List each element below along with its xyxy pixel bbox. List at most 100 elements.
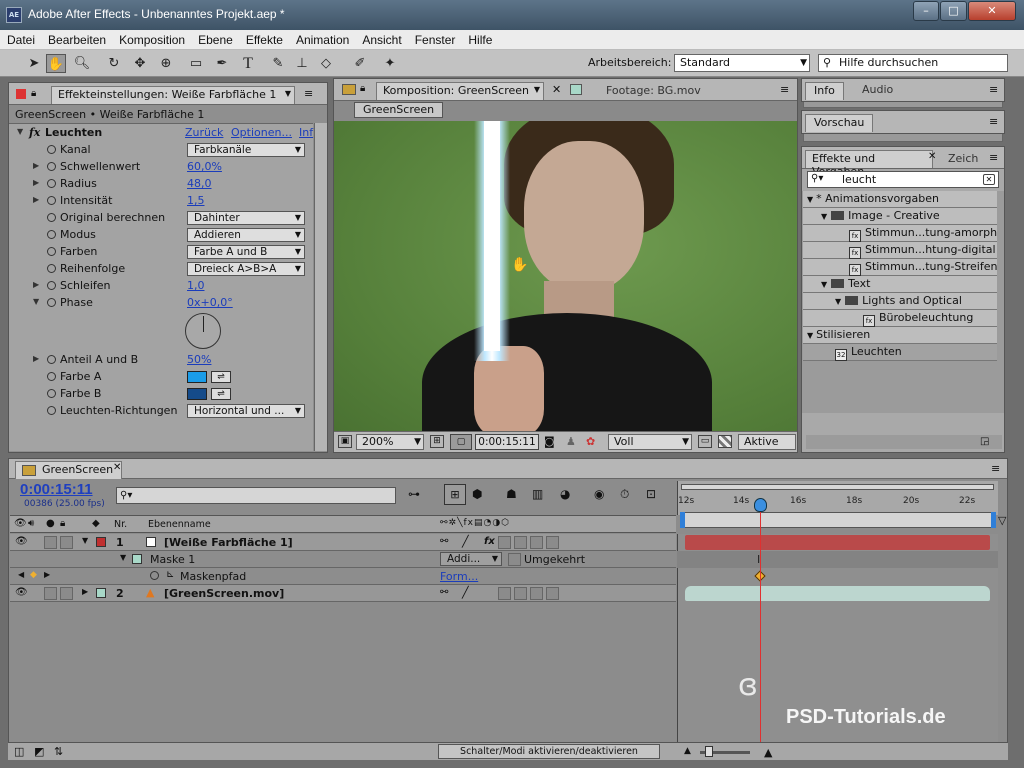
menu-bearbeiten[interactable]: Bearbeiten	[41, 30, 112, 47]
collapse-triangle-icon[interactable]: ▼	[807, 331, 813, 340]
clear-search-icon[interactable]: ✕	[983, 174, 995, 185]
kanal-dropdown[interactable]: Farbkanäle ▼	[187, 143, 305, 157]
panel-menu-icon[interactable]: ≡	[989, 151, 998, 164]
layer-switch[interactable]	[546, 536, 559, 549]
rectangle-tool-icon[interactable]: ▭	[186, 54, 206, 73]
menu-animation[interactable]: Animation	[289, 30, 355, 47]
snapshot-icon[interactable]: ◙	[544, 435, 555, 448]
label-color-swatch[interactable]	[96, 588, 106, 598]
panel-menu-icon[interactable]: ≡	[991, 462, 1000, 475]
richtungen-dropdown[interactable]: Horizontal und ... ▼	[187, 404, 305, 418]
collapse-triangle-icon[interactable]: ▼	[807, 195, 813, 204]
hide-shy-layers-icon[interactable]: ☗	[506, 487, 517, 501]
stopwatch-icon[interactable]	[47, 213, 56, 222]
stopwatch-icon[interactable]	[47, 281, 56, 290]
eyedropper-icon[interactable]: ⇌	[211, 388, 231, 400]
next-keyframe-icon[interactable]: ▶	[44, 570, 50, 579]
solo-switch[interactable]	[44, 536, 57, 549]
stopwatch-icon[interactable]	[47, 372, 56, 381]
stopwatch-icon[interactable]	[47, 264, 56, 273]
pan-behind-tool-icon[interactable]: ⊕	[156, 54, 176, 73]
collapse-triangle-icon[interactable]: ▼	[835, 297, 841, 306]
menu-komposition[interactable]: Komposition	[112, 30, 191, 47]
effects-tree-item[interactable]: 32 Leuchten	[803, 344, 997, 361]
eye-icon[interactable]: 👁︎	[15, 536, 28, 547]
workspace-select[interactable]: Standard ▼	[674, 54, 810, 72]
table-row[interactable]: ◀ ◆ ▶ ⊾ Maskenpfad Form...	[10, 568, 676, 585]
expand-triangle-icon[interactable]: ▶	[33, 280, 39, 289]
effects-search-input[interactable]: ⚲▾ leucht ✕	[807, 171, 999, 188]
reihenfolge-dropdown[interactable]: Dreieck A>B>A ▼	[187, 262, 305, 276]
expand-layer-switches-icon[interactable]: ◫	[14, 745, 24, 758]
close-tab-icon[interactable]: ✕	[113, 462, 121, 473]
effects-tree-item[interactable]: fx Bürobeleuchtung	[803, 310, 997, 327]
tab-footage[interactable]: Footage: BG.mov	[606, 84, 701, 97]
new-folder-icon[interactable]: ◲	[980, 436, 989, 447]
layer-switch[interactable]	[514, 536, 527, 549]
mask-mode-dropdown[interactable]: Addi... ▼	[440, 552, 502, 566]
schwellenwert-value[interactable]: 60,0%	[187, 160, 222, 173]
eye-icon[interactable]: 👁︎	[15, 587, 28, 598]
playhead-line[interactable]	[760, 505, 761, 742]
expand-triangle-icon[interactable]: ▶	[33, 161, 39, 170]
effects-tree-item[interactable]: ▼ Image - Creative	[803, 208, 997, 225]
zoom-tool-icon[interactable]: 🔍︎	[72, 54, 92, 73]
auto-keyframe-icon[interactable]: ⏱	[620, 487, 629, 502]
effects-tree-item[interactable]: ▼ * Animationsvorgaben	[803, 191, 997, 208]
stopwatch-icon[interactable]	[47, 162, 56, 171]
effects-tree-item[interactable]: fx Stimmun...tung-amorph	[803, 225, 997, 242]
text-tool-icon[interactable]: T	[238, 54, 258, 73]
stopwatch-icon[interactable]	[47, 406, 56, 415]
shy-icon[interactable]: ⚯	[440, 536, 448, 547]
frame-blending-icon[interactable]: ▥	[532, 487, 543, 501]
navigator-start-handle[interactable]	[680, 512, 685, 528]
close-button[interactable]: ✕	[968, 1, 1016, 21]
menu-datei[interactable]: Datei	[0, 30, 41, 47]
layer-switch[interactable]	[498, 536, 511, 549]
stopwatch-icon[interactable]	[150, 571, 159, 580]
zoom-slider-thumb[interactable]	[705, 746, 713, 757]
expand-triangle-icon[interactable]: ▶	[82, 587, 88, 596]
menu-fenster[interactable]: Fenster	[408, 30, 462, 47]
original-dropdown[interactable]: Dahinter ▼	[187, 211, 305, 225]
tab-preview[interactable]: Vorschau	[805, 114, 874, 132]
minimize-button[interactable]: –	[913, 1, 939, 21]
pen-tool-icon[interactable]: ✒	[212, 54, 232, 73]
transparency-grid-icon[interactable]	[718, 435, 732, 448]
close-tab-icon[interactable]: ✕	[552, 83, 561, 96]
work-area-bar[interactable]	[681, 484, 994, 490]
resolution-select[interactable]: Voll ▼	[608, 434, 692, 450]
eyedropper-icon[interactable]: ⇌	[211, 371, 231, 383]
channels-icon[interactable]: ✿	[586, 435, 595, 448]
current-time-indicator[interactable]	[754, 498, 767, 512]
time-navigator[interactable]	[680, 512, 996, 528]
farbe-a-swatch[interactable]	[187, 371, 207, 383]
expand-triangle-icon[interactable]: ▶	[33, 195, 39, 204]
current-time-field[interactable]: 0:00:15:11	[475, 434, 539, 450]
comp-mini-flowchart-icon[interactable]: ⊶	[408, 487, 420, 501]
mask-view-icon[interactable]: ▢	[450, 434, 472, 450]
stopwatch-icon[interactable]	[47, 196, 56, 205]
live-update-icon[interactable]: ⊞	[444, 484, 466, 505]
close-tab-icon[interactable]: ✕	[928, 151, 936, 162]
table-row[interactable]: 👁︎ ▶ 2 ▲ [GreenScreen.mov] ⚯ ╱	[10, 585, 676, 602]
lock-switch[interactable]	[60, 587, 73, 600]
layer-switch[interactable]	[530, 587, 543, 600]
tab-info[interactable]: Info	[805, 82, 844, 100]
expand-triangle-icon[interactable]: ▶	[33, 178, 39, 187]
tab-timeline[interactable]: GreenScreen	[15, 461, 123, 479]
tab-effect-controls[interactable]: Effekteinstellungen: Weiße Farbfläche 1 ▼	[51, 86, 295, 104]
stopwatch-icon[interactable]	[47, 355, 56, 364]
label-color-swatch[interactable]	[96, 537, 106, 547]
fx-icon[interactable]: fx	[484, 536, 495, 547]
mask-color-swatch[interactable]	[132, 554, 142, 564]
roto-brush-tool-icon[interactable]: ✐	[350, 54, 370, 73]
radius-value[interactable]: 48,0	[187, 177, 212, 190]
lock-icon[interactable]: 🔒︎	[31, 88, 36, 99]
menu-ansicht[interactable]: Ansicht	[355, 30, 407, 47]
panel-menu-icon[interactable]: ≡	[780, 83, 789, 96]
layer-switch[interactable]	[546, 587, 559, 600]
effects-tree-item[interactable]: ▼ Stilisieren	[803, 327, 997, 344]
panel-menu-icon[interactable]: ≡	[989, 83, 998, 96]
table-row[interactable]: 👁︎ ▼ 1 [Weiße Farbfläche 1] ⚯ ╱ fx	[10, 534, 676, 551]
